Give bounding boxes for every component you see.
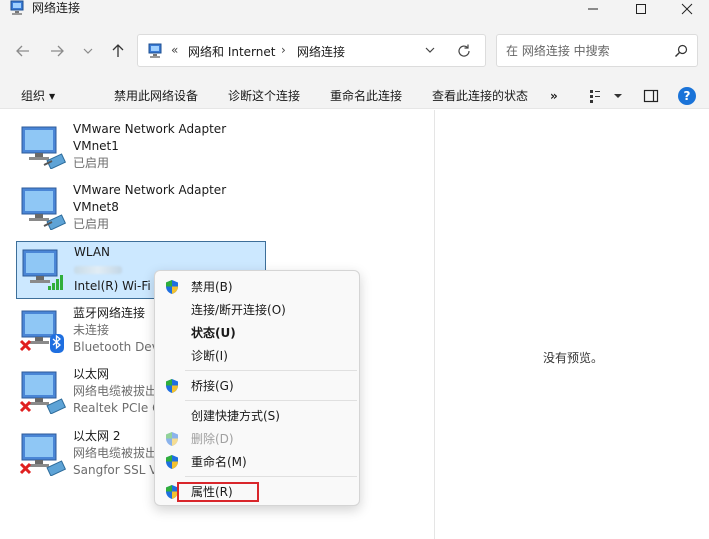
more-commands-button[interactable]: » bbox=[550, 88, 558, 104]
view-status-button[interactable]: 查看此连接的状态 bbox=[432, 88, 528, 104]
refresh-icon[interactable] bbox=[456, 43, 472, 59]
minimize-icon bbox=[588, 8, 598, 10]
connection-item-vmnet8[interactable]: VMware Network Adapter VMnet8 已启用 bbox=[16, 180, 266, 238]
connection-status: 网络电缆被拔出 bbox=[73, 446, 158, 460]
search-input[interactable] bbox=[506, 43, 666, 59]
maximize-button[interactable] bbox=[618, 0, 664, 18]
connection-name: VMware Network Adapter bbox=[73, 183, 227, 197]
ethernet-adapter-icon bbox=[21, 126, 67, 169]
menu-separator bbox=[185, 476, 357, 477]
search-icon[interactable] bbox=[674, 44, 688, 58]
connection-device: Intel(R) Wi-Fi 6 bbox=[74, 279, 163, 293]
recent-locations-button[interactable] bbox=[78, 41, 98, 61]
connection-status: 未连接 bbox=[73, 323, 110, 337]
network-connections-icon bbox=[10, 0, 24, 15]
redacted-ssid bbox=[74, 266, 122, 274]
uac-shield-icon bbox=[166, 379, 178, 393]
menu-item-diagnose[interactable]: 诊断(I) bbox=[155, 345, 359, 367]
command-bar: 组织 ▼ 禁用此网络设备 诊断这个连接 重命名此连接 查看此连接的状态 » ? bbox=[0, 83, 709, 109]
context-menu: 禁用(B) 连接/断开连接(O) 状态(U) 诊断(I) 桥接(G) 创建快捷方… bbox=[154, 270, 360, 506]
bluetooth-adapter-icon bbox=[19, 310, 64, 353]
caret-down-icon: ▼ bbox=[49, 92, 56, 101]
ethernet-adapter-icon bbox=[19, 433, 67, 476]
connection-name: WLAN bbox=[74, 245, 111, 259]
breadcrumb-separator[interactable]: › bbox=[281, 43, 286, 57]
disable-device-button[interactable]: 禁用此网络设备 bbox=[114, 88, 198, 104]
properties-highlight-box bbox=[177, 482, 259, 502]
close-button[interactable] bbox=[664, 0, 709, 18]
menu-item-status[interactable]: 状态(U) bbox=[155, 322, 359, 344]
change-view-icon[interactable] bbox=[588, 88, 624, 104]
connection-device: Sangfor SSL V bbox=[73, 463, 158, 477]
connection-device: Realtek PCIe G bbox=[73, 401, 162, 415]
menu-item-delete: 删除(D) bbox=[155, 428, 359, 450]
minimize-button[interactable] bbox=[570, 0, 616, 18]
maximize-icon bbox=[636, 4, 646, 14]
diagnose-button[interactable]: 诊断这个连接 bbox=[228, 88, 300, 104]
back-button[interactable] bbox=[11, 41, 35, 61]
connection-name: VMware Network Adapter bbox=[73, 122, 227, 136]
connection-status: 已启用 bbox=[73, 156, 110, 170]
preview-pane-icon[interactable] bbox=[643, 88, 659, 104]
arrow-left-icon bbox=[16, 45, 29, 57]
menu-item-label: 重命名(M) bbox=[191, 455, 247, 469]
arrow-right-icon bbox=[51, 45, 64, 57]
connection-network-redacted bbox=[74, 261, 122, 279]
menu-item-label: 状态(U) bbox=[191, 326, 236, 340]
title-bar: 网络连接 bbox=[0, 0, 709, 18]
organize-menu[interactable]: 组织 ▼ bbox=[21, 88, 55, 105]
close-icon bbox=[681, 3, 693, 15]
search-box[interactable] bbox=[496, 34, 698, 67]
forward-button[interactable] bbox=[45, 41, 69, 61]
rename-button[interactable]: 重命名此连接 bbox=[330, 88, 402, 104]
help-icon[interactable]: ? bbox=[678, 87, 696, 105]
network-connections-icon bbox=[148, 43, 162, 58]
wifi-adapter-icon bbox=[22, 249, 63, 290]
window-title: 网络连接 bbox=[32, 1, 81, 15]
menu-item-label: 删除(D) bbox=[191, 432, 234, 446]
chevron-down-icon bbox=[83, 48, 93, 54]
arrow-up-icon bbox=[112, 44, 124, 57]
connection-name: 蓝牙网络连接 bbox=[73, 306, 146, 320]
menu-item-bridge[interactable]: 桥接(G) bbox=[155, 375, 359, 397]
uac-shield-icon bbox=[166, 280, 178, 294]
menu-item-create-shortcut[interactable]: 创建快捷方式(S) bbox=[155, 405, 359, 427]
up-button[interactable] bbox=[106, 41, 130, 61]
connection-network: VMnet1 bbox=[73, 139, 119, 153]
menu-item-rename[interactable]: 重命名(M) bbox=[155, 451, 359, 473]
breadcrumb-network-internet[interactable]: 网络和 Internet bbox=[188, 43, 275, 60]
preview-text: 没有预览。 bbox=[543, 351, 604, 365]
connection-item-vmnet1[interactable]: VMware Network Adapter VMnet1 已启用 bbox=[16, 119, 266, 177]
connection-status: 已启用 bbox=[73, 217, 110, 231]
uac-shield-icon bbox=[166, 455, 178, 469]
breadcrumb-overflow[interactable]: « bbox=[171, 43, 178, 57]
organize-label: 组织 bbox=[21, 89, 46, 103]
address-bar[interactable]: « 网络和 Internet › 网络连接 bbox=[137, 34, 486, 67]
breadcrumb-network-connections[interactable]: 网络连接 bbox=[297, 43, 345, 60]
menu-separator bbox=[185, 370, 357, 371]
menu-item-label: 禁用(B) bbox=[191, 280, 233, 294]
uac-shield-icon bbox=[166, 432, 178, 446]
pane-divider[interactable] bbox=[434, 110, 435, 539]
ethernet-adapter-icon bbox=[19, 371, 67, 414]
connection-status: 网络电缆被拔出 bbox=[73, 384, 158, 398]
chevron-down-icon[interactable] bbox=[423, 43, 437, 57]
menu-item-label: 创建快捷方式(S) bbox=[191, 409, 280, 423]
navigation-bar: « 网络和 Internet › 网络连接 bbox=[0, 18, 709, 83]
menu-separator bbox=[185, 400, 357, 401]
menu-item-disable[interactable]: 禁用(B) bbox=[155, 276, 359, 298]
menu-item-label: 桥接(G) bbox=[191, 379, 234, 393]
connection-name: 以太网 2 bbox=[73, 429, 121, 443]
menu-item-label: 连接/断开连接(O) bbox=[191, 303, 286, 317]
connection-network: VMnet8 bbox=[73, 200, 119, 214]
menu-item-label: 诊断(I) bbox=[191, 349, 228, 363]
ethernet-adapter-icon bbox=[21, 187, 67, 230]
menu-item-connect-disconnect[interactable]: 连接/断开连接(O) bbox=[155, 299, 359, 321]
connection-name: 以太网 bbox=[73, 367, 110, 381]
connection-device: Bluetooth Dev bbox=[73, 340, 159, 354]
